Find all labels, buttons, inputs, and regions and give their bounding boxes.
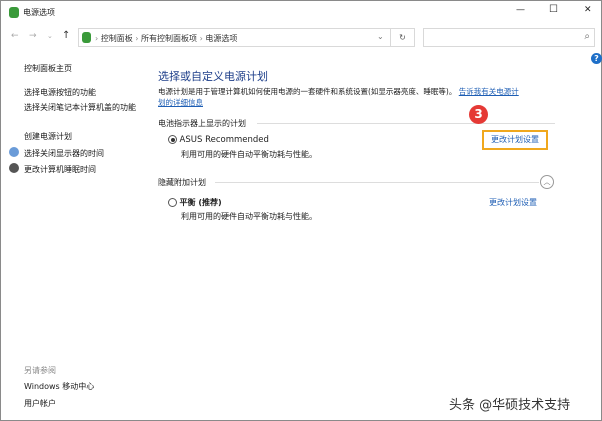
breadcrumb-all-items[interactable]: 所有控制面板项	[141, 34, 197, 43]
address-dropdown-icon[interactable]: ⌄	[377, 32, 384, 41]
search-input[interactable]: ⌕	[423, 28, 595, 47]
see-also-user-accounts[interactable]: 用户帐户	[24, 398, 56, 409]
recent-dropdown[interactable]: ⌄	[47, 32, 53, 40]
see-also-mobility-center[interactable]: Windows 移动中心	[24, 381, 94, 392]
maximize-button[interactable]: ☐	[549, 4, 558, 15]
sidebar-home[interactable]: 控制面板主页	[24, 63, 72, 74]
back-button[interactable]: ←	[11, 31, 19, 41]
plan-description: 利用可用的硬件自动平衡功耗与性能。	[181, 212, 317, 221]
see-also-heading: 另请参阅	[24, 366, 56, 375]
plan-balanced[interactable]: 平衡 (推荐)	[168, 197, 222, 208]
radio-balanced[interactable]	[168, 198, 177, 207]
forward-button[interactable]: →	[29, 31, 37, 41]
description: 电源计划是用于管理计算机如何使用电源的一套硬件和系统设置(如显示器亮度、睡眠等)…	[158, 86, 519, 97]
description-text: 电源计划是用于管理计算机如何使用电源的一套硬件和系统设置(如显示器亮度、睡眠等)…	[158, 87, 457, 96]
sidebar-item-power-button[interactable]: 选择电源按钮的功能	[24, 87, 96, 98]
minimize-button[interactable]: —	[516, 5, 525, 15]
sidebar-item-display-off[interactable]: 选择关闭显示器的时间	[24, 148, 104, 159]
change-plan-settings-link[interactable]: 更改计划设置	[482, 130, 548, 150]
close-button[interactable]: ✕	[584, 5, 592, 15]
plan-name: ASUS Recommended	[179, 135, 269, 145]
step-badge: 3	[469, 105, 488, 124]
watermark: 头条 @华硕技术支持	[449, 398, 571, 413]
refresh-button[interactable]: ↻	[391, 28, 415, 47]
window-title: 电源选项	[23, 8, 55, 17]
plan-description: 利用可用的硬件自动平衡功耗与性能。	[181, 150, 317, 159]
sidebar-item-sleep[interactable]: 更改计算机睡眠时间	[24, 164, 96, 175]
section-hidden-plans: 隐藏附加计划	[158, 178, 206, 187]
power-options-icon	[9, 7, 19, 18]
control-panel-icon	[82, 32, 91, 43]
learn-more-link[interactable]: 告诉我有关电源计	[459, 87, 519, 96]
breadcrumb-control-panel[interactable]: 控制面板	[101, 34, 133, 43]
learn-more-link-cont[interactable]: 划的详细信息	[158, 97, 203, 108]
plan-name: 平衡 (推荐)	[179, 198, 222, 207]
radio-asus-recommended[interactable]	[168, 135, 177, 144]
sidebar-item-create-plan[interactable]: 创建电源计划	[24, 131, 72, 142]
display-icon	[9, 147, 19, 157]
up-button[interactable]: ↑	[62, 30, 70, 41]
sidebar-item-lid[interactable]: 选择关闭笔记本计算机盖的功能	[24, 102, 136, 114]
address-bar[interactable]: › 控制面板 › 所有控制面板项 › 电源选项 ⌄	[78, 28, 391, 47]
window: 电源选项 — ☐ ✕ ← → ⌄ ↑ › 控制面板 › 所有控制面板项 › 电源…	[0, 0, 602, 421]
search-icon: ⌕	[584, 31, 590, 42]
change-plan-settings-link-balanced[interactable]: 更改计划设置	[489, 197, 537, 208]
plan-asus-recommended[interactable]: ASUS Recommended	[168, 135, 269, 145]
breadcrumb-power-options[interactable]: 电源选项	[205, 34, 237, 43]
section-battery-plans: 电池指示器上显示的计划	[158, 119, 246, 128]
help-icon[interactable]: ?	[591, 53, 602, 64]
sleep-icon	[9, 163, 19, 173]
collapse-chevron-icon[interactable]: ︿	[540, 175, 554, 189]
page-title: 选择或自定义电源计划	[158, 70, 268, 83]
